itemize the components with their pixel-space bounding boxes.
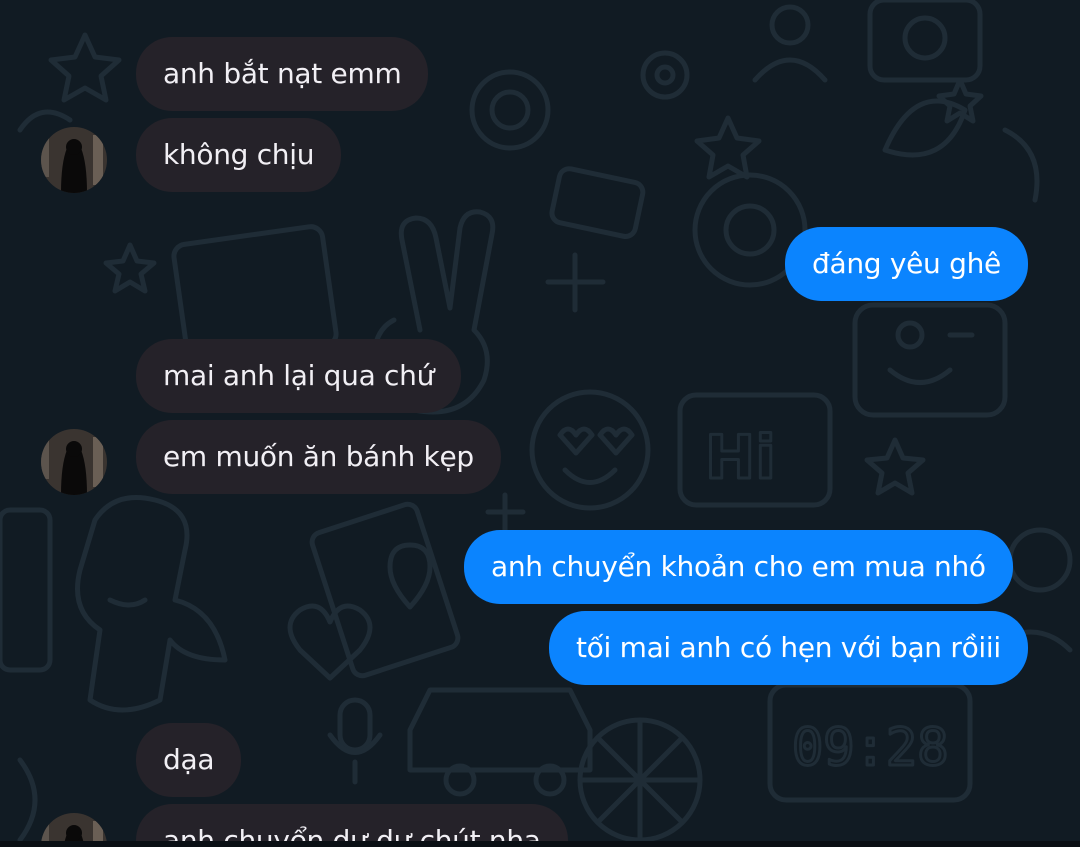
sparkle-doodle — [545, 252, 606, 313]
card-doodle — [0, 507, 53, 673]
contact-avatar[interactable] — [41, 429, 107, 495]
star-doodle — [694, 115, 762, 180]
message-text: dạa — [163, 743, 215, 776]
chat-screen: Hi 09:28 anh bắt nạt emm không chịu đáng… — [0, 0, 1080, 847]
avatar-image — [41, 429, 107, 495]
incoming-message-bubble[interactable]: mai anh lại qua chứ — [136, 339, 462, 413]
contact-avatar[interactable] — [41, 127, 107, 193]
clock-doodle-text: 09:28 — [792, 718, 949, 778]
camera-doodle — [867, 0, 983, 83]
arrow-doodle — [17, 109, 73, 133]
sparkle-doodle — [485, 492, 526, 533]
hi-doodle-text: Hi — [705, 423, 776, 493]
message-text: anh chuyển khoản cho em mua nhó — [491, 550, 986, 583]
emoji-box-doodle — [852, 302, 1008, 418]
pin-doodle — [387, 542, 433, 610]
bubble-doodle — [1007, 527, 1073, 593]
incoming-message-bubble[interactable]: em muốn ăn bánh kẹp — [136, 420, 501, 494]
people-doodle — [769, 4, 811, 46]
message-text: em muốn ăn bánh kẹp — [163, 440, 474, 473]
book-doodle — [309, 501, 461, 679]
outgoing-message-bubble[interactable]: anh chuyển khoản cho em mua nhó — [464, 530, 1013, 604]
video-doodle — [549, 166, 646, 239]
mic-doodle — [337, 697, 373, 753]
message-text: tối mai anh có hẹn với bạn rồiii — [576, 631, 1001, 664]
message-text: mai anh lại qua chứ — [163, 359, 435, 392]
heart-face-doodle — [529, 389, 651, 511]
incoming-message-bubble[interactable]: dạa — [136, 723, 242, 797]
avatar-image — [41, 127, 107, 193]
leaf-doodle — [882, 98, 968, 158]
star-doodle — [103, 242, 157, 294]
star-doodle — [864, 437, 926, 496]
incoming-message-bubble[interactable]: anh bắt nạt emm — [136, 37, 429, 111]
incoming-message-bubble[interactable]: không chịu — [136, 118, 342, 192]
dino-doodle — [75, 495, 228, 713]
gear-doodle — [640, 50, 690, 100]
message-text: anh bắt nạt emm — [163, 57, 402, 90]
lens-doodle — [469, 69, 551, 151]
heart-doodle — [287, 603, 373, 681]
composer-edge — [0, 841, 1080, 847]
outgoing-message-bubble[interactable]: tối mai anh có hẹn với bạn rồiii — [549, 611, 1028, 685]
message-text: đáng yêu ghê — [812, 247, 1001, 280]
message-text: không chịu — [163, 138, 315, 171]
car-doodle — [407, 687, 593, 773]
outgoing-message-bubble[interactable]: đáng yêu ghê — [785, 227, 1028, 301]
star-doodle — [48, 32, 122, 103]
